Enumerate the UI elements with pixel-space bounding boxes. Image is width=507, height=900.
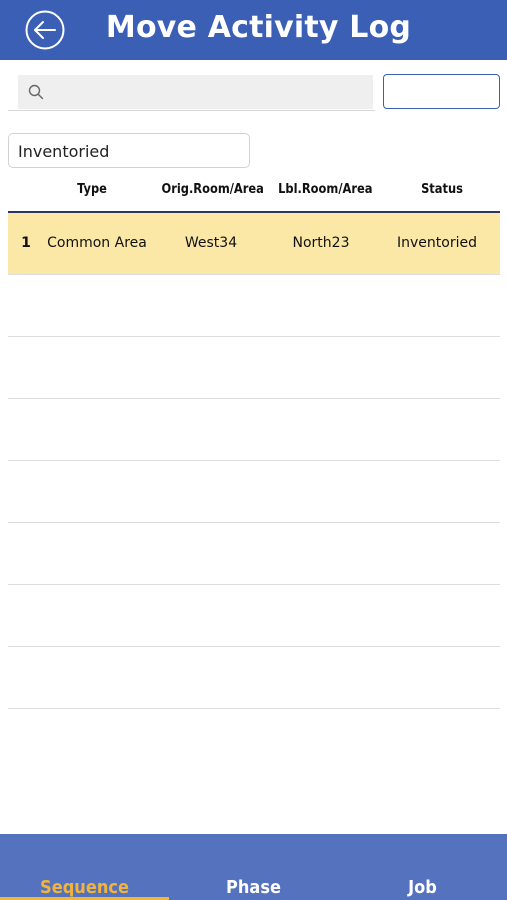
table-row[interactable]: 1 Common Area West34 North23 Inventoried — [8, 213, 500, 275]
column-header-status: Status — [421, 182, 463, 197]
empty-row — [8, 399, 500, 461]
page-title: Move Activity Log — [105, 10, 412, 45]
tab-phase[interactable]: Phase — [169, 834, 338, 900]
row-lbl-room: North23 — [292, 235, 350, 251]
empty-row — [8, 647, 500, 709]
empty-row — [8, 585, 500, 647]
app-screen: Move Activity Log Inventoried Type Orig.… — [0, 0, 507, 900]
search-icon — [28, 84, 44, 100]
empty-row — [8, 461, 500, 523]
tab-sequence[interactable]: Sequence — [0, 834, 169, 900]
search-container — [8, 73, 375, 111]
empty-row — [8, 275, 500, 337]
column-header-orig-room: Orig.Room/Area — [161, 182, 264, 197]
search-input[interactable] — [54, 75, 369, 109]
tab-phase-label: Phase — [226, 877, 281, 898]
filter-input[interactable] — [383, 74, 500, 109]
column-header-type: Type — [77, 182, 107, 197]
empty-row — [8, 523, 500, 585]
tab-job[interactable]: Job — [338, 834, 507, 900]
row-number: 1 — [21, 235, 31, 251]
bottom-navigation: Sequence Phase Job — [0, 834, 507, 900]
empty-row — [8, 337, 500, 399]
column-header-lbl-room: Lbl.Room/Area — [278, 182, 373, 197]
search-box[interactable] — [18, 75, 373, 109]
status-filter-dropdown[interactable]: Inventoried — [8, 133, 250, 168]
row-type: Common Area — [47, 235, 147, 251]
row-status: Inventoried — [397, 235, 477, 251]
tab-sequence-label: Sequence — [40, 877, 129, 898]
row-orig-room: West34 — [184, 235, 238, 251]
status-filter-value: Inventoried — [18, 142, 110, 161]
tab-job-label: Job — [408, 877, 437, 898]
app-header: Move Activity Log — [0, 0, 507, 60]
